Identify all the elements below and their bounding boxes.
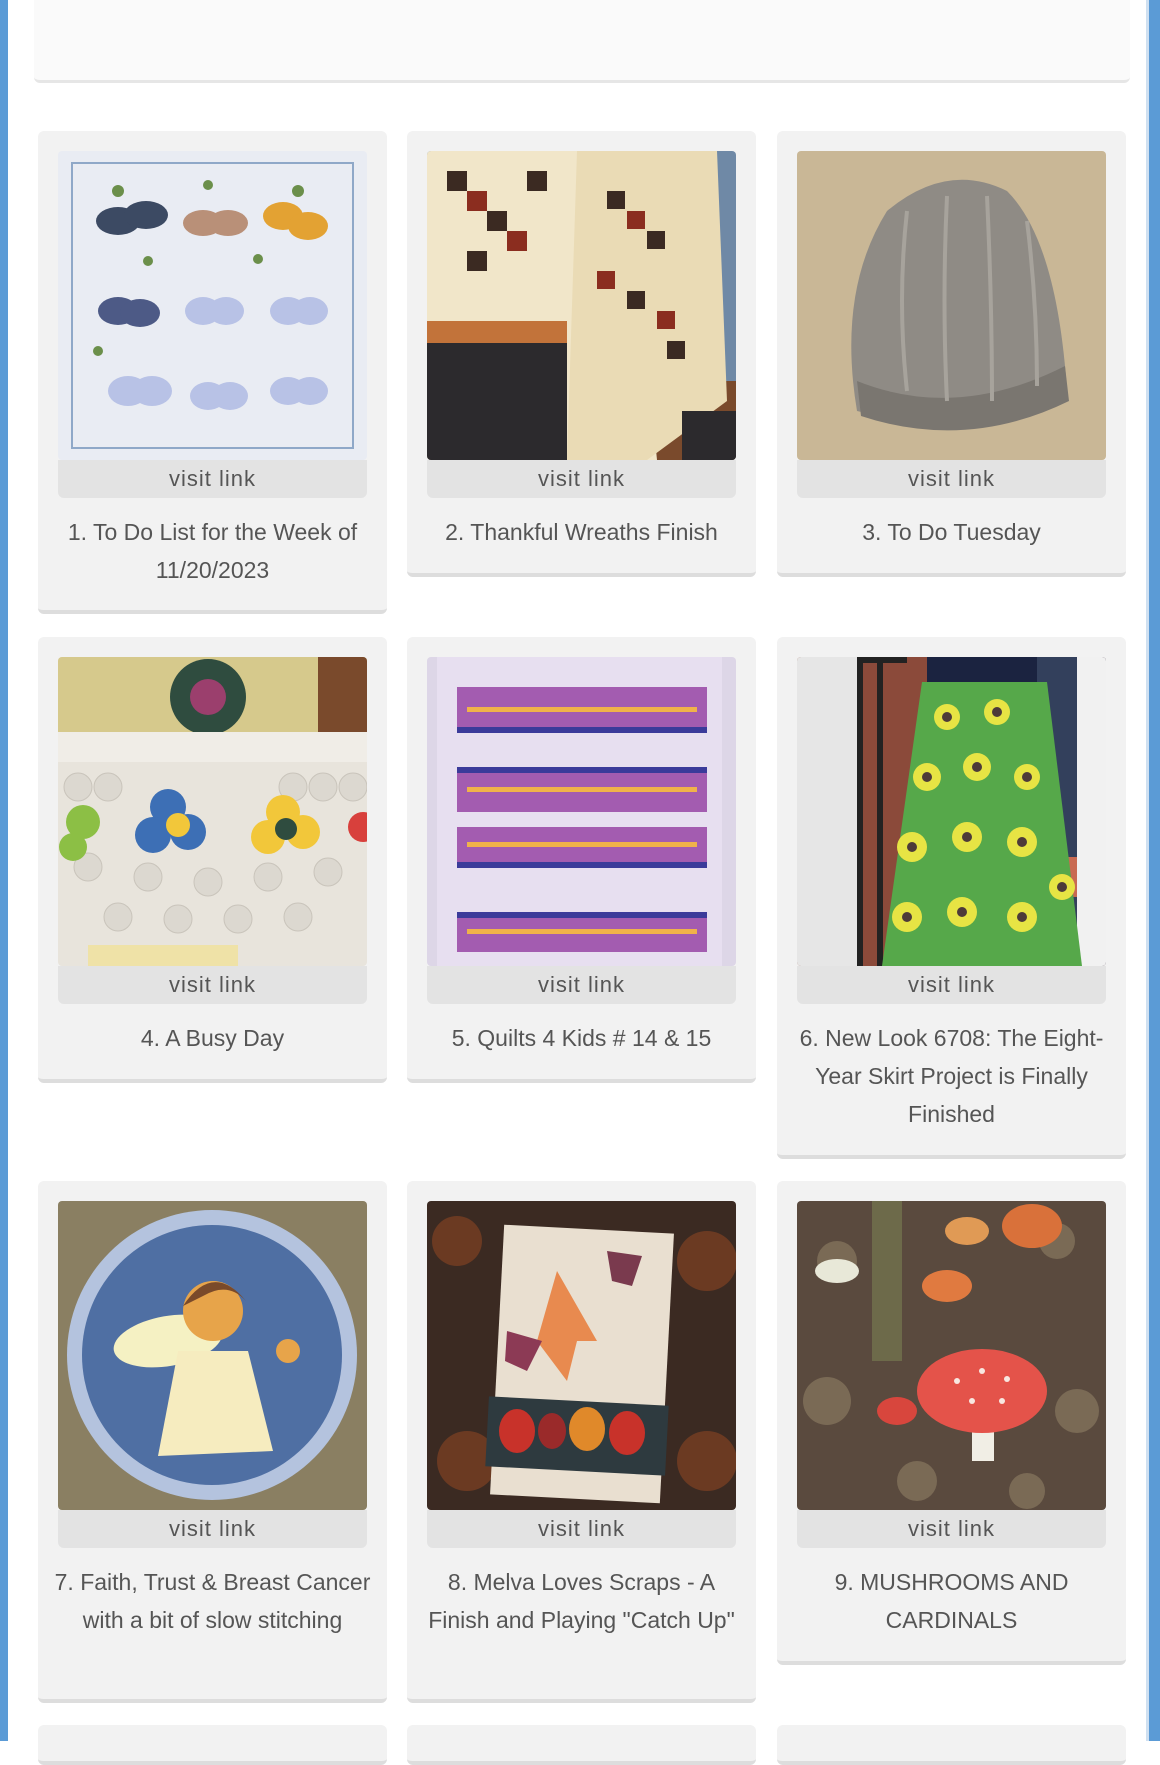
link-card: visit link 8. Melva Loves Scraps - A Fin… (407, 1181, 756, 1703)
card-title-link[interactable]: 1. To Do List for the Week of 11/20/2023 (52, 513, 373, 589)
striped-quilt-image (427, 657, 736, 966)
card-thumbnail[interactable] (797, 151, 1106, 460)
link-card (407, 1725, 756, 1765)
knit-hat-image (797, 151, 1106, 460)
angel-applique-image (58, 1201, 367, 1510)
card-title-link[interactable]: 7. Faith, Trust & Breast Cancer with a b… (52, 1563, 373, 1639)
visit-link-button[interactable]: visit link (427, 1510, 736, 1548)
hexagon-quilt-image (58, 657, 367, 966)
card-thumbnail[interactable] (58, 151, 367, 460)
link-card: visit link 4. A Busy Day (38, 637, 387, 1083)
card-title-link[interactable]: 3. To Do Tuesday (791, 513, 1112, 551)
leaf-quilt-image (427, 1201, 736, 1510)
visit-link-button[interactable]: visit link (58, 966, 367, 1004)
link-card: visit link 5. Quilts 4 Kids # 14 & 15 (407, 637, 756, 1083)
card-thumbnail[interactable] (797, 657, 1106, 966)
card-title-link[interactable]: 5. Quilts 4 Kids # 14 & 15 (421, 1019, 742, 1057)
green-skirt-image (797, 657, 1106, 966)
link-card: visit link 2. Thankful Wreaths Finish (407, 131, 756, 577)
visit-link-button[interactable]: visit link (797, 966, 1106, 1004)
card-thumbnail[interactable] (58, 1201, 367, 1510)
card-thumbnail[interactable] (797, 1201, 1106, 1510)
visit-link-button[interactable]: visit link (58, 460, 367, 498)
visit-link-button[interactable]: visit link (427, 966, 736, 1004)
link-card: visit link 9. MUSHROOMS AND CARDINALS (777, 1181, 1126, 1665)
card-title-link[interactable]: 2. Thankful Wreaths Finish (421, 513, 742, 551)
link-card: visit link 1. To Do List for the Week of… (38, 131, 387, 614)
card-title-link[interactable]: 9. MUSHROOMS AND CARDINALS (791, 1563, 1112, 1639)
card-thumbnail[interactable] (427, 151, 736, 460)
link-card (777, 1725, 1126, 1765)
visit-link-button[interactable]: visit link (797, 460, 1106, 498)
visit-link-button[interactable]: visit link (797, 1510, 1106, 1548)
butterfly-quilt-image (58, 151, 367, 460)
card-title-link[interactable]: 8. Melva Loves Scraps - A Finish and Pla… (421, 1563, 742, 1639)
card-title-link[interactable]: 4. A Busy Day (52, 1019, 373, 1057)
card-title-link[interactable]: 6. New Look 6708: The Eight-Year Skirt P… (791, 1019, 1112, 1133)
visit-link-button[interactable]: visit link (427, 460, 736, 498)
link-card: visit link 7. Faith, Trust & Breast Canc… (38, 1181, 387, 1703)
card-thumbnail[interactable] (427, 657, 736, 966)
link-card: visit link 3. To Do Tuesday (777, 131, 1126, 577)
link-card: visit link 6. New Look 6708: The Eight-Y… (777, 637, 1126, 1159)
link-card (38, 1725, 387, 1765)
chain-quilt-image (427, 151, 736, 460)
card-thumbnail[interactable] (427, 1201, 736, 1510)
link-grid: visit link 1. To Do List for the Week of… (0, 0, 1160, 1765)
mushrooms-image (797, 1201, 1106, 1510)
visit-link-button[interactable]: visit link (58, 1510, 367, 1548)
card-thumbnail[interactable] (58, 657, 367, 966)
